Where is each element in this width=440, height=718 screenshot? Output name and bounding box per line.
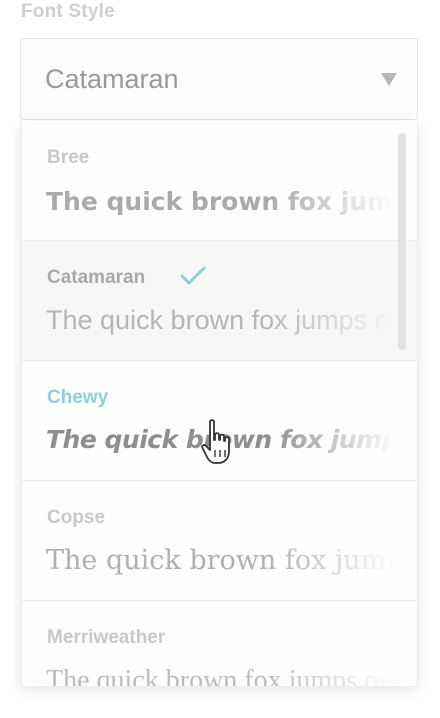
hand-pointer-icon — [201, 419, 230, 464]
option-preview: The quick brown fox jumps over the lazy … — [46, 187, 418, 216]
select-value: Catamaran — [45, 64, 179, 94]
font-style-select[interactable]: Catamaran — [20, 38, 418, 120]
font-option-bree[interactable]: Bree The quick brown fox jumps over the … — [22, 121, 418, 241]
checkmark-icon — [180, 266, 206, 285]
font-option-catamaran[interactable]: Catamaran The quick brown fox jumps over… — [22, 241, 418, 361]
option-name: Merriweather — [47, 627, 166, 648]
font-option-copse[interactable]: Copse The quick brown fox jumps over the… — [22, 481, 418, 601]
chevron-down-icon[interactable] — [381, 73, 397, 86]
font-style-label: Font Style — [21, 1, 115, 22]
font-dropdown-list[interactable]: Bree The quick brown fox jumps over the … — [21, 121, 418, 687]
option-name: Bree — [47, 147, 90, 168]
option-preview: The quick brown fox jumps over the lazy … — [46, 305, 418, 335]
option-preview: The quick brown fox jumps over the lazy … — [46, 545, 418, 576]
option-name: Copse — [47, 507, 106, 528]
font-option-merriweather[interactable]: Merriweather The quick brown fox jumps o… — [22, 601, 417, 687]
option-preview: The quick brown fox jumps over the lazy … — [46, 665, 417, 687]
option-name: Catamaran — [47, 267, 146, 288]
option-name: Chewy — [47, 387, 109, 408]
scrollbar-thumb[interactable] — [398, 133, 406, 350]
